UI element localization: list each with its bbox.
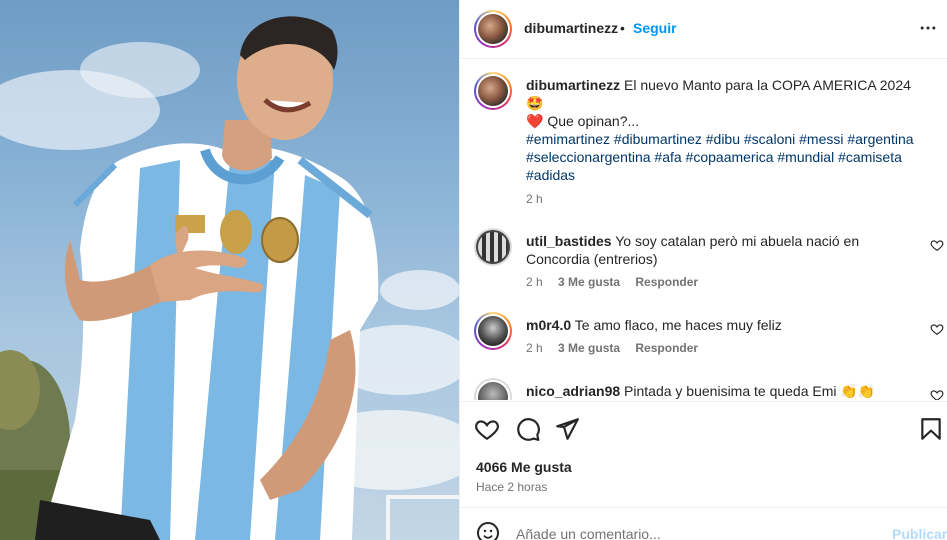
heart-icon[interactable] <box>474 416 500 442</box>
comment-icon[interactable] <box>515 416 541 442</box>
comment-time: 2 h <box>526 275 543 289</box>
caption-time: 2 h <box>526 192 543 206</box>
reply-button[interactable]: Responder <box>635 275 698 289</box>
caption-body-2: ❤️ Que opinan?... <box>526 113 640 129</box>
commenter-avatar[interactable] <box>474 378 512 400</box>
caption-author-avatar[interactable] <box>474 72 512 110</box>
post-photo[interactable] <box>0 0 459 540</box>
comment-heart-icon[interactable] <box>930 388 944 400</box>
author-avatar[interactable] <box>474 10 512 48</box>
bookmark-icon[interactable] <box>918 416 944 442</box>
post-time: Hace 2 horas <box>476 480 548 494</box>
caption-text: dibumartinezz El nuevo Manto para la COP… <box>526 76 926 130</box>
comment-text: util_bastides Yo soy catalan però mi abu… <box>526 232 926 268</box>
photo-illustration <box>0 16 459 540</box>
comment-text: nico_adrian98 Pintada y buenisima te que… <box>526 382 926 400</box>
share-icon[interactable] <box>554 416 580 442</box>
add-comment-bar: Añade un comentario... Publicar <box>460 507 947 540</box>
author-username[interactable]: dibumartinezz <box>524 20 618 36</box>
comment-meta: 2 h 3 Me gusta Responder <box>526 341 710 355</box>
comment-heart-icon[interactable] <box>930 322 944 336</box>
commenter-username[interactable]: util_bastides <box>526 233 612 249</box>
publish-button[interactable]: Publicar <box>892 526 947 540</box>
comment-heart-icon[interactable] <box>930 238 944 252</box>
comments-scroll-area[interactable]: dibumartinezz El nuevo Manto para la COP… <box>460 60 947 400</box>
follow-button[interactable]: Seguir <box>633 20 677 36</box>
reply-button[interactable]: Responder <box>635 341 698 355</box>
separator-dot: • <box>620 20 625 36</box>
commenter-username[interactable]: nico_adrian98 <box>526 383 620 399</box>
comment-likes[interactable]: 3 Me gusta <box>558 275 620 289</box>
comment-likes[interactable]: 3 Me gusta <box>558 341 620 355</box>
hashtags-line-1[interactable]: #emimartinez #dibumartinez #dibu #scalon… <box>526 130 926 148</box>
more-horizontal-icon[interactable] <box>918 18 938 38</box>
like-count[interactable]: 4066 Me gusta <box>476 459 572 475</box>
commenter-avatar[interactable] <box>474 312 512 350</box>
post-actions: 4066 Me gusta Hace 2 horas <box>460 401 947 509</box>
commenter-avatar[interactable] <box>474 228 512 266</box>
comment-meta: 2 h 3 Me gusta Responder <box>526 275 710 289</box>
post-side-panel: dibumartinezz • Seguir dibumartinezz El … <box>459 0 947 540</box>
comment-time: 2 h <box>526 341 543 355</box>
emoji-icon[interactable] <box>476 521 500 540</box>
caption-hashtags[interactable]: #emimartinez #dibumartinez #dibu #scalon… <box>526 130 926 184</box>
post-header: dibumartinezz • Seguir <box>460 0 947 59</box>
comment-body: Te amo flaco, me haces muy feliz <box>574 317 782 333</box>
comment-text: m0r4.0 Te amo flaco, me haces muy feliz <box>526 316 926 334</box>
comment-input[interactable]: Añade un comentario... <box>516 526 661 540</box>
hashtags-line-3[interactable]: #adidas <box>526 166 926 184</box>
caption-username[interactable]: dibumartinezz <box>526 77 620 93</box>
hashtags-line-2[interactable]: #seleccionargentina #afa #copaamerica #m… <box>526 148 926 166</box>
comment-body: Pintada y buenisima te queda Emi 👏👏 <box>624 383 876 399</box>
commenter-username[interactable]: m0r4.0 <box>526 317 571 333</box>
